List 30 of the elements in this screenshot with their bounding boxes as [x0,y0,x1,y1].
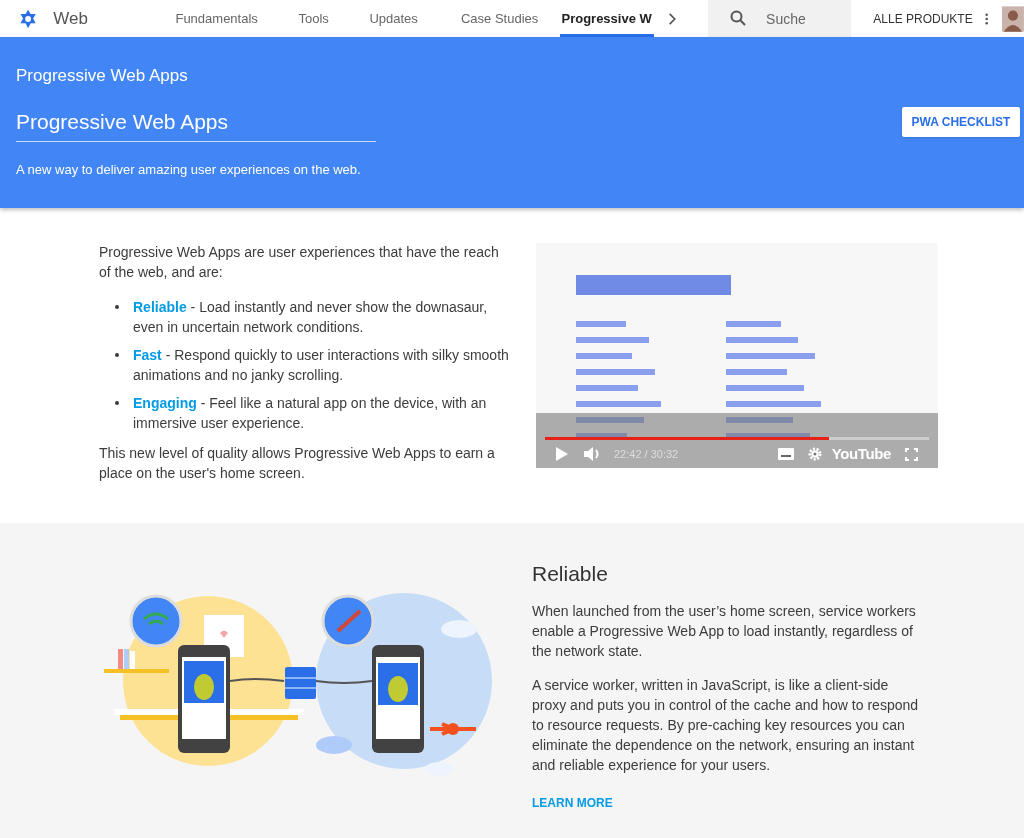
checklist-button[interactable]: PWA CHECKLIST [902,107,1020,137]
feature-text: Engaging - Feel like a natural app on the device, with an immersive user experience. [133,394,488,433]
search-field[interactable]: Suche [708,0,852,37]
nav-tab[interactable]: Fundamentals [153,0,280,37]
page-title: Progressive Web Apps [16,65,189,87]
avatar-icon[interactable] [1002,3,1024,34]
bullet-icon [115,353,119,357]
more-icon[interactable] [984,11,989,26]
all-products-button[interactable]: ALLE PRODUKTE [873,9,973,28]
page-heading: Progressive Web Apps [16,105,376,142]
nav-tab[interactable]: Case Studies [439,0,560,37]
chevron-right-icon[interactable] [667,11,677,26]
feature-link[interactable]: Fast [133,347,162,363]
feature-link[interactable]: Engaging [133,395,197,411]
nav-tab[interactable]: Tools [279,0,348,37]
nav-tab[interactable]: Updates [347,0,440,37]
bullet-icon [115,305,119,309]
feature-link[interactable]: Reliable [133,299,187,315]
feature-text: Reliable - Load instantly and never show the downasaur, even in uncertain network conditions. [133,298,489,337]
section-paragraph: A service worker, written in JavaScript, is like a client-side proxy and puts you in control of the cache and how to respond to resource requests. By pre-caching key resources you can eliminate the dependence on the network, ensuring an instant and reliable experience for your users. [532,676,920,775]
bullet-icon [115,401,119,405]
intro-paragraph: Progressive Web Apps are user experiences that have the reach of the web, and are: [99,243,500,282]
feature-text: Fast - Respond quickly to user interactions with silky smooth animations and no janky scrolling. [133,346,510,385]
closing-paragraph: This new level of quality allows Progressive Web Apps to earn a place on the user's home screen. [99,444,496,483]
search-icon [730,10,747,26]
section-heading: Reliable [532,561,609,587]
video-progress-track[interactable] [545,437,929,440]
section-paragraph: When launched from the user’s home screen, service workers enable a Progressive Web App to load instantly, regardless of the network state. [532,602,917,661]
banner-description: A new way to deliver amazing user experiences on the web. [16,161,362,179]
site-title[interactable]: Web [53,5,121,32]
